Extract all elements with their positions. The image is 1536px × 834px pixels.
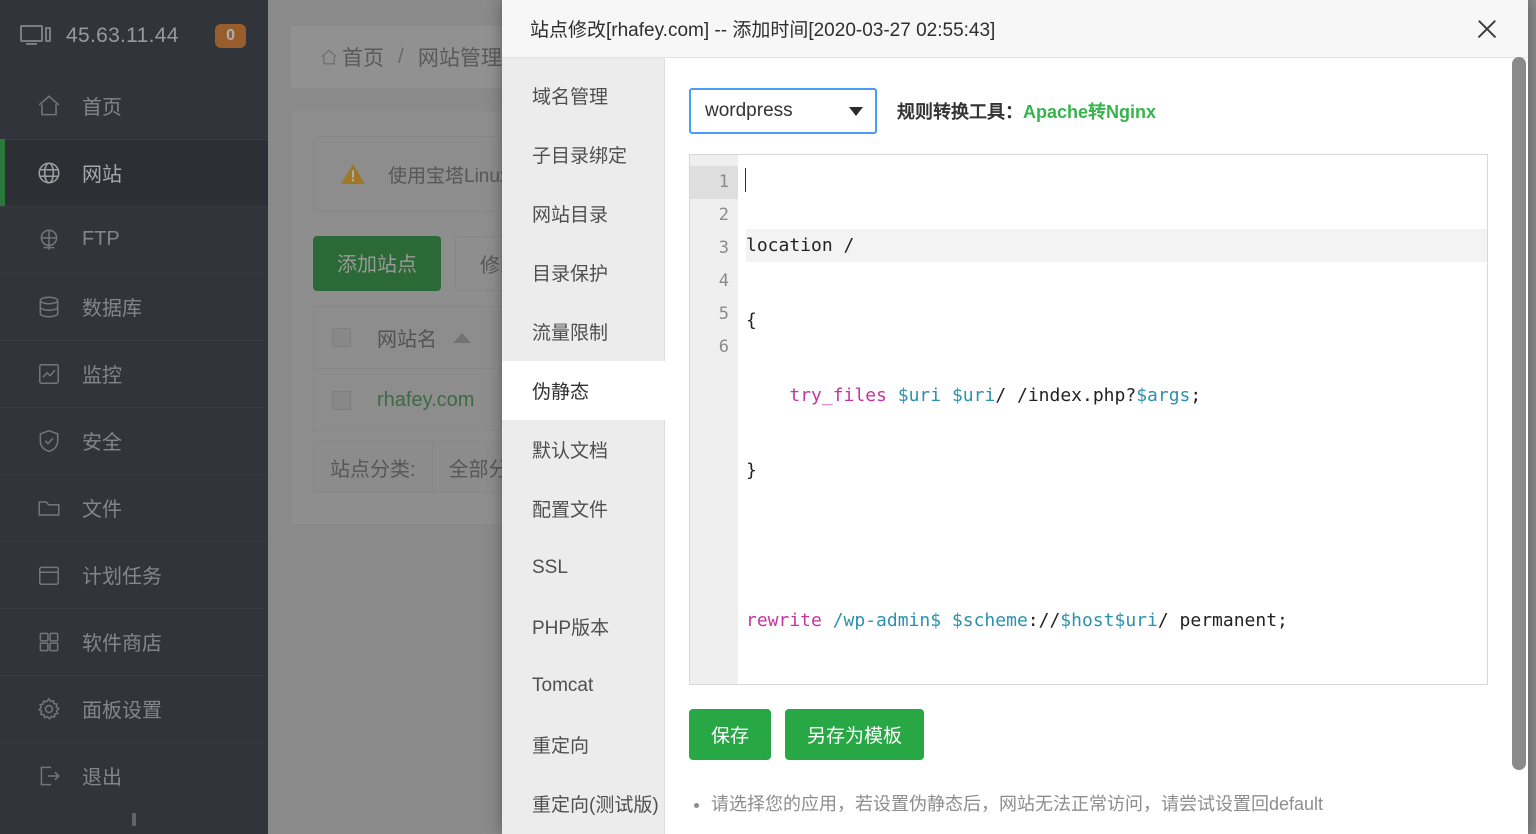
modal-tab-list: 域名管理 子目录绑定 网站目录 目录保护 流量限制 伪静态 默认文档 配置文件 … [502,58,666,834]
note-item: 请选择您的应用，若设置伪静态后，网站无法正常访问，请尝试设置回default [711,790,1488,819]
line-number: 3 [718,238,729,258]
tab-label: PHP版本 [532,618,610,639]
tab-traffic-limit[interactable]: 流量限制 [502,302,664,361]
tab-label: 流量限制 [532,323,609,344]
tab-subdirectory-binding[interactable]: 子目录绑定 [502,125,664,184]
notes-list: 请选择您的应用，若设置伪静态后，网站无法正常访问，请尝试设置回default [689,790,1488,819]
line-number: 1 [690,166,738,199]
tab-label: SSL [532,556,568,578]
tab-site-directory[interactable]: 网站目录 [502,184,664,243]
tab-ssl[interactable]: SSL [502,538,664,597]
modal-scrollbar[interactable] [1512,0,1526,834]
line-number: 4 [718,271,729,291]
line-number: 5 [718,304,729,324]
tab-default-document[interactable]: 默认文档 [502,420,664,479]
tab-label: 重定向 [532,736,590,757]
text-caret [745,168,746,192]
tab-rewrite[interactable]: 伪静态 [502,361,666,420]
rewrite-code-editor[interactable]: 1 2 3 4 5 6 location / { try_files $uri … [689,154,1488,685]
tab-label: 默认文档 [532,441,609,462]
tab-domain-management[interactable]: 域名管理 [502,66,664,125]
modal-title: 站点修改[rhafey.com] -- 添加时间[2020-03-27 02:5… [530,20,996,41]
modal-body: 域名管理 子目录绑定 网站目录 目录保护 流量限制 伪静态 默认文档 配置文件 … [502,58,1528,834]
close-icon[interactable] [1472,14,1502,44]
tab-label: 网站目录 [532,205,609,226]
tab-label: 子目录绑定 [532,146,628,167]
tab-label: 域名管理 [532,87,609,108]
tab-label: 配置文件 [532,500,609,521]
tab-redirect[interactable]: 重定向 [502,715,664,774]
rule-selector-row: wordpress 规则转换工具： Apache转Nginx [689,88,1488,134]
tab-label: 目录保护 [532,264,609,285]
code-line: try_files $uri $uri/ /index.php?$args; [789,385,1202,406]
site-edit-modal: 站点修改[rhafey.com] -- 添加时间[2020-03-27 02:5… [502,0,1528,834]
tab-label: 重定向(测试版) [532,795,659,816]
modal-scrollbar-thumb[interactable] [1512,57,1526,770]
rewrite-rule-select[interactable]: wordpress [689,88,877,134]
editor-gutter: 1 2 3 4 5 6 [690,155,738,684]
save-button[interactable]: 保存 [689,709,772,760]
code-line: rewrite /wp-admin$ $scheme://$host$uri/ … [746,610,1288,631]
rewrite-panel: wordpress 规则转换工具： Apache转Nginx 1 2 3 4 5… [665,58,1528,834]
code-line: location / [746,229,1487,262]
tab-php-version[interactable]: PHP版本 [502,597,664,656]
line-number: 6 [718,337,729,357]
action-buttons: 保存 另存为模板 [689,709,1488,760]
tab-label: 伪静态 [532,382,590,403]
tab-directory-protection[interactable]: 目录保护 [502,243,664,302]
save-as-template-button[interactable]: 另存为模板 [785,709,925,760]
modal-header: 站点修改[rhafey.com] -- 添加时间[2020-03-27 02:5… [502,0,1528,58]
chevron-down-icon [849,107,863,116]
tab-redirect-beta[interactable]: 重定向(测试版) [502,774,664,833]
tab-config-file[interactable]: 配置文件 [502,479,664,538]
converter-label: 规则转换工具： [897,102,1023,122]
line-number: 2 [718,205,729,225]
tab-tomcat[interactable]: Tomcat [502,656,664,715]
code-line: } [746,460,757,481]
apache-to-nginx-link[interactable]: Apache转Nginx [1023,98,1156,124]
tab-label: Tomcat [532,674,594,696]
code-line: { [746,310,757,331]
editor-code-area[interactable]: location / { try_files $uri $uri/ /index… [738,155,1487,684]
